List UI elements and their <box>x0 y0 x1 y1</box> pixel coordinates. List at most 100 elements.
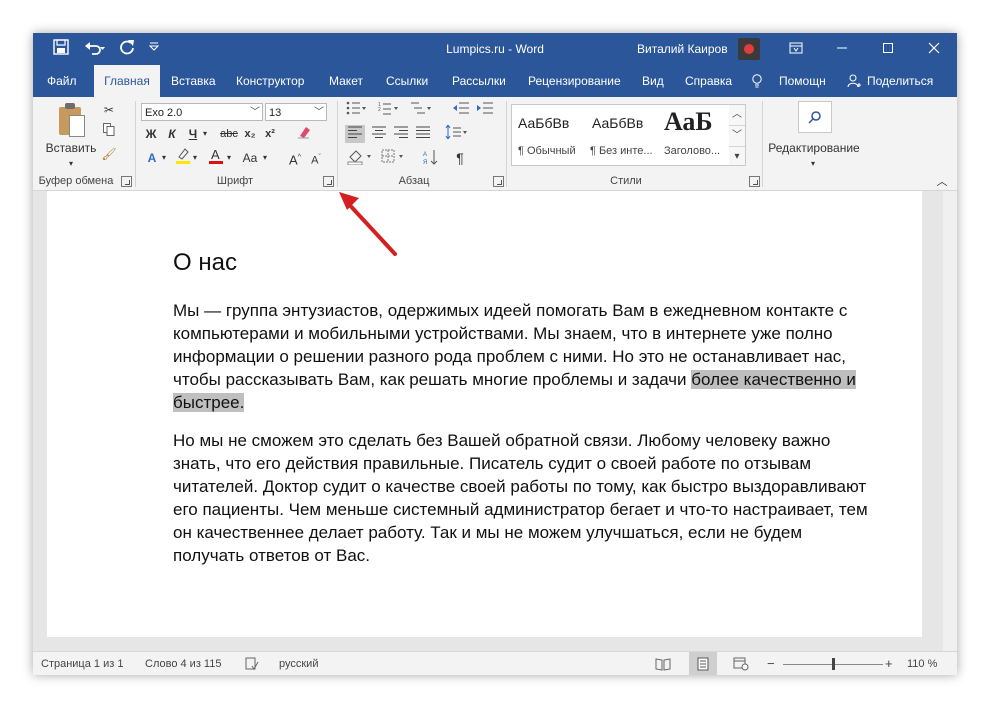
clipboard-dialog-launcher-icon[interactable] <box>121 176 132 187</box>
paragraph-group-label: Абзац <box>398 175 430 187</box>
cut-icon[interactable]: ✂ <box>101 101 117 119</box>
underline-button[interactable]: Ч <box>186 125 200 143</box>
shading-icon[interactable] <box>345 149 375 167</box>
tab-design[interactable]: Конструктор <box>236 65 304 97</box>
tab-tell-me[interactable]: Помощн <box>779 65 826 97</box>
styles-gallery: АаБбВв ¶ Обычный АаБбВв ¶ Без инте... Аа… <box>511 104 731 166</box>
page-count[interactable]: Страница 1 из 1 <box>41 652 123 675</box>
subscript-button[interactable]: x₂ <box>242 125 258 143</box>
annotation-arrow <box>339 192 397 256</box>
chevron-down-icon[interactable]: ﹀ <box>729 126 745 147</box>
style-normal-sample[interactable]: АаБбВв <box>518 115 569 131</box>
align-left-icon[interactable] <box>345 125 365 143</box>
format-painter-icon[interactable]: 🖌 <box>101 145 117 163</box>
vertical-scrollbar[interactable] <box>943 191 957 651</box>
tab-references[interactable]: Ссылки <box>386 65 428 97</box>
close-icon[interactable] <box>911 33 957 65</box>
tab-home[interactable]: Главная <box>94 65 160 97</box>
avatar[interactable] <box>738 38 760 60</box>
font-group-label: Шрифт <box>216 175 254 187</box>
change-case-button[interactable]: Aa <box>239 149 261 167</box>
proofing-icon[interactable] <box>245 652 259 675</box>
font-size-combo[interactable]: 13 ﹀ <box>265 103 327 121</box>
style-heading-name[interactable]: Заголово... <box>664 145 720 157</box>
status-bar: Страница 1 из 1 Слово 4 из 115 русский −… <box>33 651 957 675</box>
style-heading-sample[interactable]: АаБ <box>664 107 713 137</box>
tab-insert[interactable]: Вставка <box>171 65 216 97</box>
tab-review[interactable]: Рецензирование <box>528 65 621 97</box>
borders-icon[interactable] <box>379 149 409 167</box>
title-bar: Lumpics.ru - Word Виталий Каиров <box>33 33 957 65</box>
zoom-slider-thumb[interactable] <box>832 658 835 670</box>
more-styles-icon[interactable]: ▾ <box>729 147 745 167</box>
show-formatting-marks-button[interactable]: ¶ <box>451 149 469 167</box>
paragraph-dialog-launcher-icon[interactable] <box>493 176 504 187</box>
align-right-icon[interactable] <box>391 125 411 143</box>
doc-heading: О нас <box>173 249 237 276</box>
ribbon: Вставить ▾ ✂ 🖌 Буфер обмена Exo 2.0 ﹀ 13 ﹀… <box>33 97 957 191</box>
clear-formatting-icon[interactable] <box>295 125 313 143</box>
numbering-icon[interactable]: 12 <box>377 101 399 119</box>
web-layout-icon[interactable] <box>733 652 749 675</box>
tab-help[interactable]: Справка <box>685 65 732 97</box>
language[interactable]: русский <box>279 652 318 675</box>
style-no-spacing-name[interactable]: ¶ Без инте... <box>590 145 653 157</box>
multilevel-list-icon[interactable] <box>409 101 433 119</box>
editing-dropdown-icon[interactable]: ▾ <box>805 155 821 173</box>
font-color-dropdown-icon[interactable]: ▾ <box>225 149 233 167</box>
collapse-ribbon-icon[interactable]: ︿ <box>935 173 949 191</box>
styles-scroll: ︿ ﹀ ▾ <box>729 104 746 166</box>
group-separator <box>506 101 507 187</box>
zoom-level[interactable]: 110 % <box>907 652 937 675</box>
clipboard-group-label: Буфер обмена <box>38 175 114 187</box>
style-no-spacing-sample[interactable]: АаБбВв <box>592 115 643 131</box>
paste-dropdown-icon[interactable]: ▾ <box>63 155 79 173</box>
minimize-icon[interactable] <box>819 33 865 65</box>
bold-button[interactable]: Ж <box>143 125 159 143</box>
strikethrough-button[interactable]: abc <box>218 125 240 143</box>
tab-mailings[interactable]: Рассылки <box>452 65 506 97</box>
copy-icon[interactable] <box>101 123 117 141</box>
italic-button[interactable]: К <box>165 125 179 143</box>
share-button[interactable]: Поделиться <box>867 65 933 97</box>
highlight-dropdown-icon[interactable]: ▾ <box>191 149 199 167</box>
read-mode-icon[interactable] <box>655 652 671 675</box>
tab-view[interactable]: Вид <box>642 65 664 97</box>
zoom-in-button[interactable]: + <box>885 652 893 675</box>
style-normal-name[interactable]: ¶ Обычный <box>518 145 576 157</box>
styles-group-label: Стили <box>610 175 642 187</box>
font-color-icon[interactable]: A <box>207 147 225 165</box>
user-name[interactable]: Виталий Каиров <box>637 33 728 65</box>
font-dialog-launcher-icon[interactable] <box>323 176 334 187</box>
shrink-font-button[interactable]: Aˇ <box>309 149 323 167</box>
decrease-indent-icon[interactable] <box>451 101 471 119</box>
text-effects-dropdown-icon[interactable]: ▾ <box>160 149 168 167</box>
word-count[interactable]: Слово 4 из 115 <box>145 652 221 675</box>
zoom-out-button[interactable]: − <box>767 652 775 675</box>
print-layout-icon[interactable] <box>689 652 717 675</box>
superscript-button[interactable]: x² <box>262 125 278 143</box>
justify-icon[interactable] <box>413 125 433 143</box>
text-effects-icon[interactable]: A <box>143 149 161 167</box>
sort-icon[interactable]: AЯ <box>421 149 441 167</box>
bullets-icon[interactable] <box>345 101 367 119</box>
increase-indent-icon[interactable] <box>475 101 495 119</box>
styles-dialog-launcher-icon[interactable] <box>749 176 760 187</box>
search-icon[interactable] <box>798 101 832 133</box>
tab-layout[interactable]: Макет <box>329 65 363 97</box>
paste-icon[interactable] <box>59 103 85 137</box>
ribbon-display-options-icon[interactable] <box>773 33 819 65</box>
document-page[interactable]: О нас Мы — группа энтузиастов, одержимых… <box>47 191 922 637</box>
line-spacing-icon[interactable] <box>443 124 469 143</box>
underline-dropdown-icon[interactable]: ▾ <box>201 125 209 143</box>
chevron-up-icon[interactable]: ︿ <box>729 105 745 126</box>
svg-text:Я: Я <box>423 160 427 165</box>
grow-font-button[interactable]: A^ <box>287 149 303 167</box>
font-name-combo[interactable]: Exo 2.0 ﹀ <box>141 103 263 121</box>
document-area: О нас Мы — группа энтузиастов, одержимых… <box>33 191 957 651</box>
align-center-icon[interactable] <box>369 125 389 143</box>
highlight-icon[interactable] <box>174 147 192 165</box>
tab-file[interactable]: Файл <box>47 65 77 97</box>
change-case-dropdown-icon[interactable]: ▾ <box>261 149 269 167</box>
maximize-icon[interactable] <box>865 33 911 65</box>
